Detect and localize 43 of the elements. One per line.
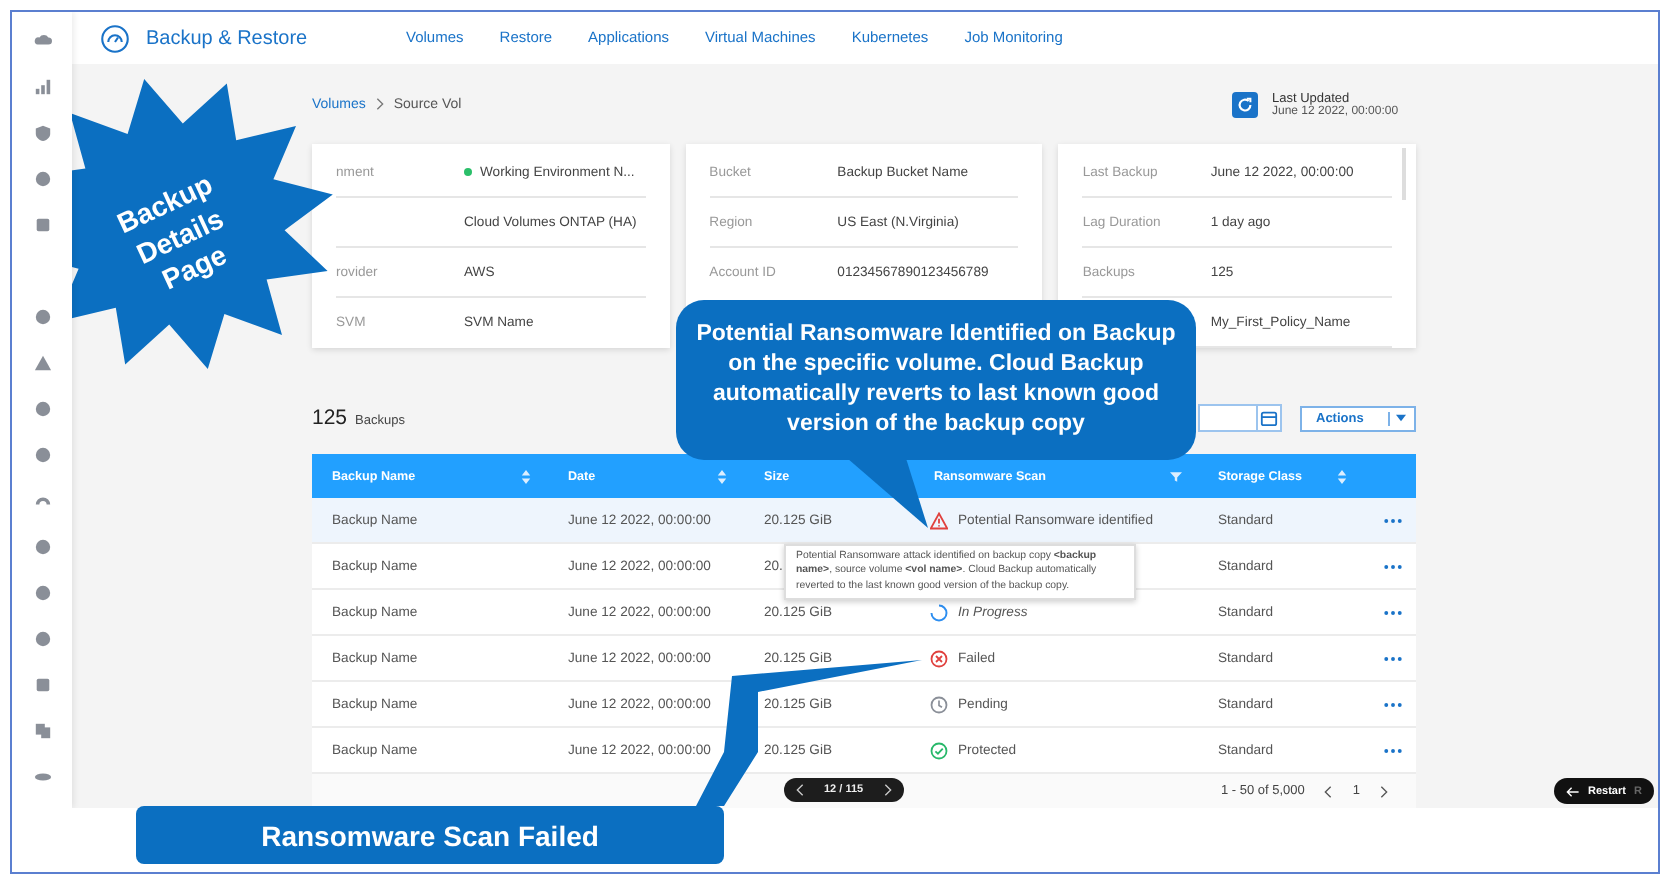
sort-icon[interactable]	[716, 469, 728, 483]
spinner-icon	[930, 603, 948, 621]
circle-icon[interactable]	[33, 584, 51, 602]
filter-icon[interactable]	[1170, 469, 1182, 483]
app-title: Backup & Restore	[146, 27, 310, 49]
undo-arrow-icon	[1566, 785, 1580, 797]
more-options-icon[interactable]	[1384, 747, 1402, 753]
previous-page-icon[interactable]	[1324, 785, 1333, 797]
bar-chart-icon[interactable]	[33, 78, 51, 96]
copy-icon[interactable]	[33, 722, 51, 740]
refresh-icon	[1236, 95, 1254, 113]
more-options-icon[interactable]	[1384, 563, 1402, 569]
warning-icon[interactable]	[33, 354, 51, 372]
clock-icon	[930, 695, 948, 713]
check-icon	[930, 741, 948, 759]
circle-icon[interactable]	[33, 400, 51, 418]
date-filter-field[interactable]	[1198, 404, 1282, 432]
caret-icon	[1396, 414, 1406, 422]
chevron-right-icon[interactable]	[883, 784, 892, 796]
square-icon[interactable]	[33, 216, 51, 234]
arc-icon[interactable]	[33, 492, 51, 510]
more-options-icon[interactable]	[1384, 609, 1402, 615]
box-icon[interactable]	[33, 676, 51, 694]
refresh-button[interactable]	[1232, 91, 1258, 117]
scrollbar[interactable]	[1402, 148, 1407, 200]
calendar-icon[interactable]	[1256, 406, 1280, 430]
backup-count: 125	[312, 406, 348, 430]
cloud-icon[interactable]	[33, 32, 51, 50]
error-icon	[930, 649, 948, 667]
circle-icon[interactable]	[33, 170, 51, 188]
chevron-left-icon[interactable]	[796, 784, 804, 796]
callout-banner: Ransomware Scan Failed	[136, 806, 724, 864]
chevron-right-icon	[375, 98, 384, 110]
sort-icon[interactable]	[1336, 469, 1348, 483]
warning-icon	[930, 511, 948, 529]
more-options-icon[interactable]	[1384, 517, 1402, 523]
gauge-logo-icon	[100, 23, 130, 53]
sort-icon[interactable]	[520, 469, 532, 483]
shield-icon[interactable]	[33, 124, 51, 142]
more-options-icon[interactable]	[1384, 701, 1402, 707]
more-options-icon[interactable]	[1384, 655, 1402, 661]
next-page-icon[interactable]	[1380, 785, 1388, 797]
circle-icon[interactable]	[33, 446, 51, 464]
